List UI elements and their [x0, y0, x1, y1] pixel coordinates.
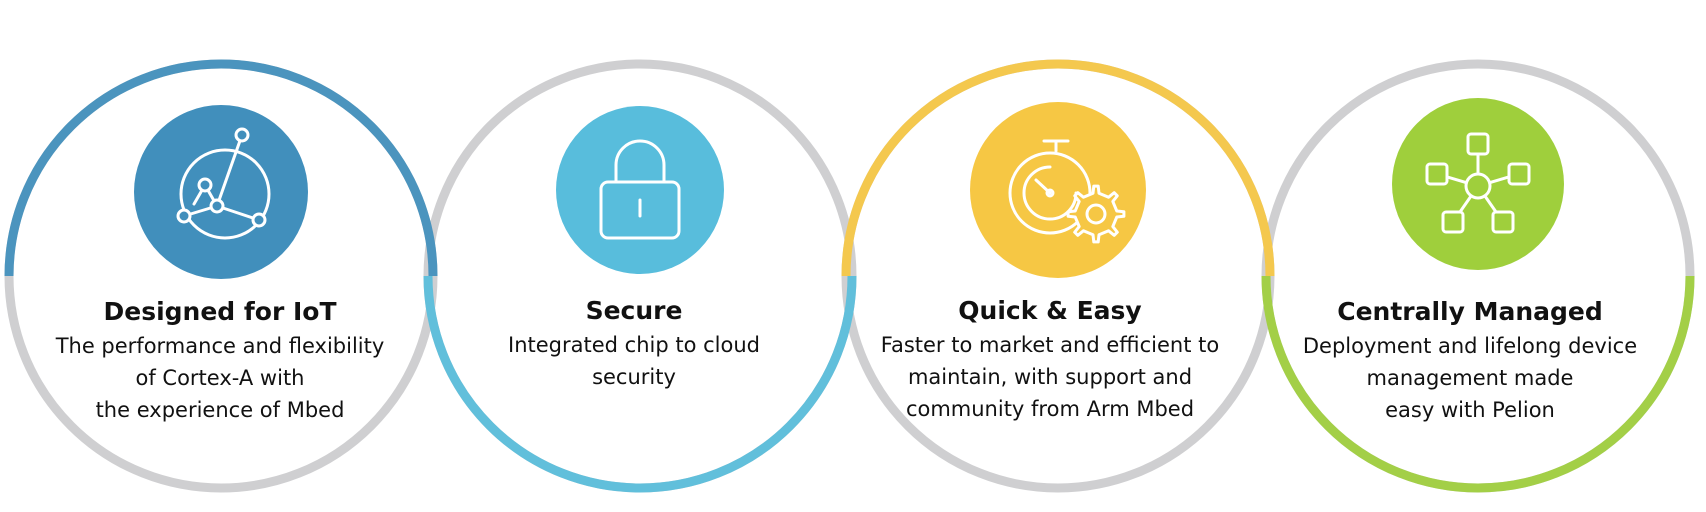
feature-description-line: security — [592, 365, 676, 389]
features-diagram: Designed for IoT The performance and fle… — [0, 0, 1706, 512]
feature-description: Faster to market and efficient to mainta… — [860, 329, 1240, 425]
feature-description-line: of Cortex-A with — [135, 366, 305, 390]
feature-title: Quick & Easy — [958, 296, 1142, 325]
feature-description-line: easy with Pelion — [1385, 398, 1555, 422]
feature-description-line: the experience of Mbed — [95, 398, 345, 422]
feature-description-line: Deployment and lifelong device — [1302, 334, 1638, 358]
feature-description: Integrated chip to cloud security — [444, 329, 824, 393]
feature-secure: Secure Integrated chip to cloud security — [444, 295, 824, 393]
feature-title: Secure — [585, 296, 683, 325]
rings-layer — [4, 59, 1695, 493]
feature-title: Centrally Managed — [1337, 297, 1603, 326]
icon-badge — [556, 106, 724, 274]
feature-description: The performance and flexibility of Corte… — [30, 330, 410, 426]
feature-quick-and-easy: Quick & Easy Faster to market and effici… — [860, 295, 1240, 425]
icon-badge — [1392, 98, 1564, 270]
feature-title: Designed for IoT — [103, 297, 337, 326]
feature-centrally-managed: Centrally Managed Deployment and lifelon… — [1280, 296, 1660, 426]
icon-badge — [970, 102, 1146, 278]
feature-description-line: community from Arm Mbed — [905, 397, 1195, 421]
feature-description-line: The performance and flexibility — [55, 334, 385, 358]
feature-description-line: Integrated chip to cloud — [508, 333, 760, 357]
feature-description-line: maintain, with support and — [907, 365, 1193, 389]
feature-description-line: management made — [1366, 366, 1574, 390]
feature-designed-for-iot: Designed for IoT The performance and fle… — [30, 296, 410, 426]
feature-description-line: Faster to market and efficient to — [880, 333, 1220, 357]
feature-description: Deployment and lifelong device managemen… — [1280, 330, 1660, 426]
